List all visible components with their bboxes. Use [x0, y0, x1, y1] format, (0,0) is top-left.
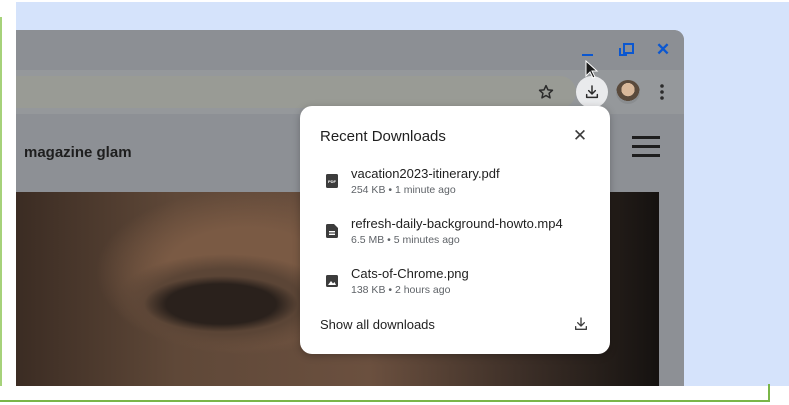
popup-title: Recent Downloads: [320, 128, 446, 145]
download-item[interactable]: refresh-daily-background-howto.mp4 6.5 M…: [300, 214, 610, 256]
image-file-icon: [326, 275, 338, 287]
download-item[interactable]: Cats-of-Chrome.png 138 KB • 2 hours ago: [300, 264, 610, 306]
restore-icon[interactable]: [616, 40, 636, 60]
download-icon[interactable]: [573, 316, 589, 332]
frame-line-bottom: [0, 400, 770, 402]
downloads-bubble: Recent Downloads ✕ PDF vacation2023-itin…: [300, 106, 610, 354]
site-title: magazine glam: [24, 144, 132, 161]
more-vert-icon[interactable]: [648, 78, 676, 106]
frame-line-right: [768, 384, 770, 402]
title-bar: ✕: [16, 30, 684, 70]
address-bar[interactable]: [16, 76, 576, 108]
download-icon: [585, 85, 599, 99]
svg-text:PDF: PDF: [328, 179, 337, 184]
download-item[interactable]: PDF vacation2023-itinerary.pdf 254 KB • …: [300, 164, 610, 206]
star-icon[interactable]: [532, 78, 560, 106]
close-icon[interactable]: ✕: [570, 126, 590, 146]
page-margin: [659, 192, 684, 386]
download-item-meta: 138 KB • 2 hours ago: [351, 284, 451, 296]
show-all-downloads-link[interactable]: Show all downloads: [320, 317, 435, 332]
minimize-icon[interactable]: [578, 40, 598, 60]
document-file-icon: [326, 224, 338, 238]
profile-avatar[interactable]: [616, 80, 640, 104]
download-item-meta: 6.5 MB • 5 minutes ago: [351, 234, 460, 246]
close-window-icon[interactable]: ✕: [653, 40, 673, 60]
hamburger-icon[interactable]: [632, 136, 660, 158]
download-item-name: Cats-of-Chrome.png: [351, 266, 469, 281]
download-item-meta: 254 KB • 1 minute ago: [351, 184, 456, 196]
download-item-name: refresh-daily-background-howto.mp4: [351, 216, 563, 231]
frame-line-left: [0, 17, 2, 386]
mouse-cursor-icon: [585, 60, 599, 79]
download-item-name: vacation2023-itinerary.pdf: [351, 166, 500, 181]
downloads-button[interactable]: [576, 76, 608, 108]
pdf-file-icon: PDF: [326, 174, 338, 188]
